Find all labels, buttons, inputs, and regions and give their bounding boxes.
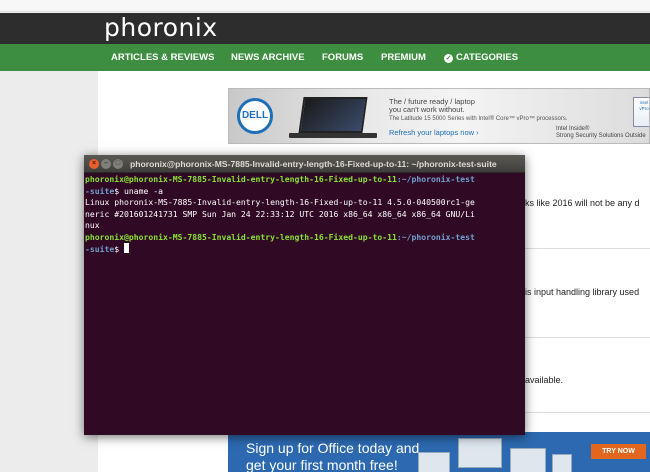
- maximize-icon[interactable]: □: [113, 159, 123, 169]
- minimize-icon[interactable]: –: [101, 159, 111, 169]
- nav-categories[interactable]: ✓ CATEGORIES: [444, 44, 518, 71]
- nav-news-archive[interactable]: NEWS ARCHIVE: [231, 44, 305, 71]
- terminal-line: -suite$: [85, 243, 523, 255]
- intel-inside-text: Intel Inside®: [556, 126, 590, 132]
- main-nav: ARTICLES & REVIEWS NEWS ARCHIVE FORUMS P…: [0, 44, 650, 71]
- output-line: neric #201601241731 SMP Sun Jan 24 22:33…: [85, 208, 475, 219]
- office-ad-banner[interactable]: Sign up for Office today and get your fi…: [228, 432, 650, 472]
- terminal-line: phoronix@phoronix-MS-7885-Invalid-entry-…: [85, 174, 523, 186]
- prompt-user: phoronix@phoronix-MS-7885-Invalid-entry-…: [85, 174, 397, 184]
- terminal-line: -suite$ uname -a: [85, 186, 523, 198]
- article-snippet-2[interactable]: is input handling library used: [525, 287, 639, 297]
- divider: [525, 412, 650, 413]
- site-logo[interactable]: phoronix: [104, 14, 218, 42]
- try-now-button[interactable]: TRY NOW: [591, 444, 646, 459]
- nav-forums[interactable]: FORUMS: [322, 44, 363, 71]
- devices-image: [418, 438, 578, 472]
- prompt-path-cont: -suite: [85, 244, 115, 254]
- output-line: nux: [85, 220, 100, 230]
- article-snippet-3[interactable]: available.: [525, 375, 563, 385]
- terminal-window[interactable]: × – □ phoronix@phoronix-MS-7885-Invalid-…: [84, 155, 525, 435]
- dell-ad-cta[interactable]: Refresh your laptops now ›: [389, 128, 479, 137]
- office-ad-line1: Sign up for Office today and: [246, 440, 420, 456]
- command-text: uname -a: [124, 185, 163, 196]
- article-snippet-1[interactable]: ks like 2016 will not be any d: [525, 198, 640, 208]
- dell-logo: DELL: [237, 98, 273, 134]
- prompt-symbol: $: [114, 185, 124, 196]
- close-icon[interactable]: ×: [89, 159, 99, 169]
- intel-badge-icon: intel vPro: [633, 97, 649, 127]
- nav-articles-reviews[interactable]: ARTICLES & REVIEWS: [111, 44, 214, 71]
- dell-ad-banner[interactable]: DELL The / future ready / laptop you can…: [228, 88, 650, 144]
- laptop-image: [289, 95, 381, 139]
- text-cursor: [124, 243, 129, 253]
- output-line: Linux phoronix-MS-7885-Invalid-entry-len…: [85, 197, 475, 207]
- terminal-title: phoronix@phoronix-MS-7885-Invalid-entry-…: [130, 159, 497, 169]
- terminal-output[interactable]: phoronix@phoronix-MS-7885-Invalid-entry-…: [85, 174, 523, 255]
- nav-categories-label: CATEGORIES: [456, 52, 519, 63]
- nav-premium[interactable]: PREMIUM: [381, 44, 426, 71]
- office-ad-line2: get your first month free!: [246, 457, 398, 472]
- prompt-path-cont: -suite: [85, 185, 115, 196]
- terminal-titlebar[interactable]: × – □ phoronix@phoronix-MS-7885-Invalid-…: [84, 155, 525, 173]
- intel-security-text: Strong Security Solutions Outside: [556, 133, 646, 139]
- prompt-path: :~/phoronix-test: [396, 174, 475, 184]
- prompt-symbol: $: [114, 244, 124, 254]
- divider: [525, 248, 650, 249]
- dell-ad-line3: The Latitude 15 5000 Series with Intel® …: [389, 116, 568, 122]
- dell-ad-line2: you can't work without.: [389, 105, 465, 114]
- chevron-down-icon: ✓: [444, 54, 453, 63]
- terminal-line: phoronix@phoronix-MS-7885-Invalid-entry-…: [85, 232, 523, 244]
- divider: [525, 337, 650, 338]
- prompt-path: :~/phoronix-test: [396, 231, 475, 242]
- prompt-user: phoronix@phoronix-MS-7885-Invalid-entry-…: [85, 231, 397, 242]
- browser-top-strip: [0, 0, 650, 12]
- site-header: phoronix: [0, 13, 650, 44]
